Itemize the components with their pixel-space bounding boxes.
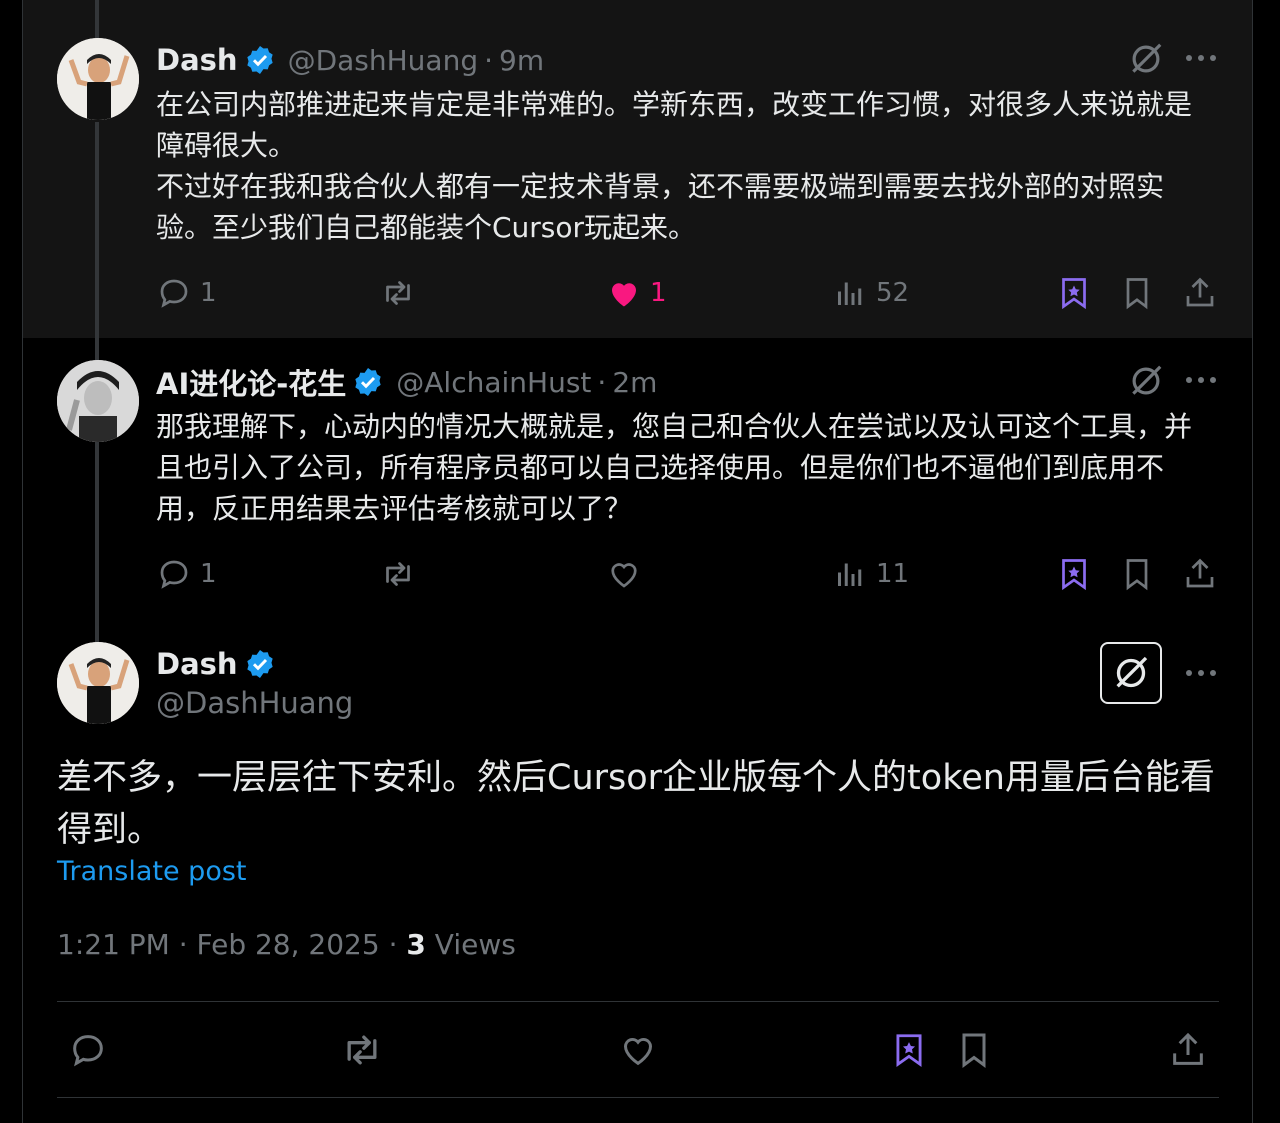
grok-bookmark-icon [896, 1034, 922, 1068]
reply-button[interactable]: 1 [156, 554, 217, 594]
user-handle[interactable]: @DashHuang [156, 686, 353, 720]
bookmark-icon [962, 1033, 986, 1068]
user-handle[interactable]: @AlchainHust [396, 366, 591, 399]
bookmark-icon [1126, 559, 1148, 591]
post-meta: 1:21 PM · Feb 28, 2025 · 3 Views [57, 928, 516, 961]
post-text: 在公司内部推进起来肯定是非常难的。学新东西，改变工作习惯，对很多人来说就是障碍很… [156, 88, 1193, 244]
avatar[interactable] [57, 360, 139, 442]
grok-icon[interactable] [1127, 362, 1165, 400]
share-button[interactable] [1182, 273, 1218, 313]
bookmark-button[interactable] [1119, 273, 1155, 313]
views-label: Views [425, 928, 516, 961]
post-text: 那我理解下，心动内的情况大概就是，您自己和合伙人在尝试以及认可这个工具，并且也引… [156, 410, 1193, 525]
post-time[interactable]: 9m [499, 44, 544, 77]
post-actions: 1 11 [0, 554, 1280, 594]
grok-bookmark-icon [1062, 278, 1086, 310]
display-name[interactable]: Dash [156, 647, 238, 681]
reply-icon [73, 1035, 103, 1067]
main-post-text: 差不多，一层层往下安利。然后Cursor企业版每个人的token用量后台能看得到… [57, 758, 1215, 850]
repost-icon [347, 1035, 377, 1065]
reply-icon [160, 279, 188, 308]
bookmark-icon [1126, 278, 1148, 310]
repost-button[interactable] [380, 273, 416, 313]
post-time[interactable]: 2m [612, 366, 657, 399]
heart-filled-icon [612, 283, 636, 307]
repost-icon [386, 281, 410, 305]
grok-icon [1116, 656, 1148, 688]
post-header: Dash @DashHuang · 9m [156, 38, 544, 82]
avatar[interactable] [57, 642, 139, 724]
reply-button[interactable]: 1 [156, 273, 217, 313]
thread-line [95, 0, 99, 38]
translate-link[interactable]: Translate post [57, 856, 247, 887]
share-icon [1186, 558, 1214, 588]
reply-icon [160, 560, 188, 589]
reply-button[interactable] [68, 1030, 108, 1070]
divider [57, 1001, 1219, 1002]
repost-button[interactable] [340, 1030, 384, 1070]
share-icon [1173, 1032, 1203, 1065]
like-count: 1 [650, 278, 667, 308]
analytics-icon [838, 282, 862, 305]
reply-count: 1 [200, 278, 217, 308]
post-timestamp[interactable]: 1:21 PM · Feb 28, 2025 · [57, 928, 406, 961]
repost-icon [386, 562, 410, 586]
display-name[interactable]: AI进化论-花生 [156, 361, 346, 403]
grok-bookmark-button[interactable] [1056, 554, 1092, 594]
thread-line [95, 442, 99, 642]
more-icon[interactable] [1184, 370, 1218, 390]
share-button[interactable] [1168, 1030, 1208, 1070]
avatar[interactable] [57, 38, 139, 120]
post-actions: 1 1 52 [0, 273, 1280, 313]
views-button[interactable]: 11 [832, 554, 909, 594]
more-icon[interactable] [1184, 48, 1218, 68]
separator-dot: · [484, 43, 493, 77]
like-button[interactable]: 1 [606, 273, 667, 313]
view-count: 52 [876, 278, 910, 308]
verified-badge-icon [246, 46, 273, 74]
view-count: 11 [876, 559, 910, 589]
views-count: 3 [406, 928, 426, 961]
heart-icon [611, 563, 637, 588]
repost-button[interactable] [380, 554, 416, 594]
thread-line [95, 122, 99, 360]
user-handle[interactable]: @DashHuang [288, 44, 479, 77]
like-button[interactable] [606, 554, 642, 594]
like-button[interactable] [618, 1030, 658, 1070]
verified-badge-icon [246, 650, 273, 678]
post-header: AI进化论-花生 @AlchainHust · 2m [156, 360, 657, 404]
reply-count: 1 [200, 559, 217, 589]
share-icon [1186, 277, 1214, 307]
share-button[interactable] [1182, 554, 1218, 594]
display-name[interactable]: Dash [156, 43, 238, 77]
grok-bookmark-button[interactable] [1056, 273, 1092, 313]
grok-icon[interactable] [1127, 40, 1165, 78]
analytics-icon [838, 563, 862, 586]
divider [57, 1097, 1219, 1098]
views-button[interactable]: 52 [832, 273, 909, 313]
heart-icon [623, 1038, 653, 1066]
bookmark-button[interactable] [954, 1030, 994, 1070]
grok-button[interactable] [1100, 642, 1162, 704]
grok-bookmark-button[interactable] [890, 1030, 928, 1070]
separator-dot: · [597, 365, 607, 399]
more-icon[interactable] [1184, 663, 1218, 683]
post-header: Dash [156, 642, 276, 686]
grok-bookmark-icon [1062, 559, 1086, 591]
main-post-actions [0, 1030, 1280, 1070]
bookmark-button[interactable] [1119, 554, 1155, 594]
verified-badge-icon [355, 368, 381, 396]
